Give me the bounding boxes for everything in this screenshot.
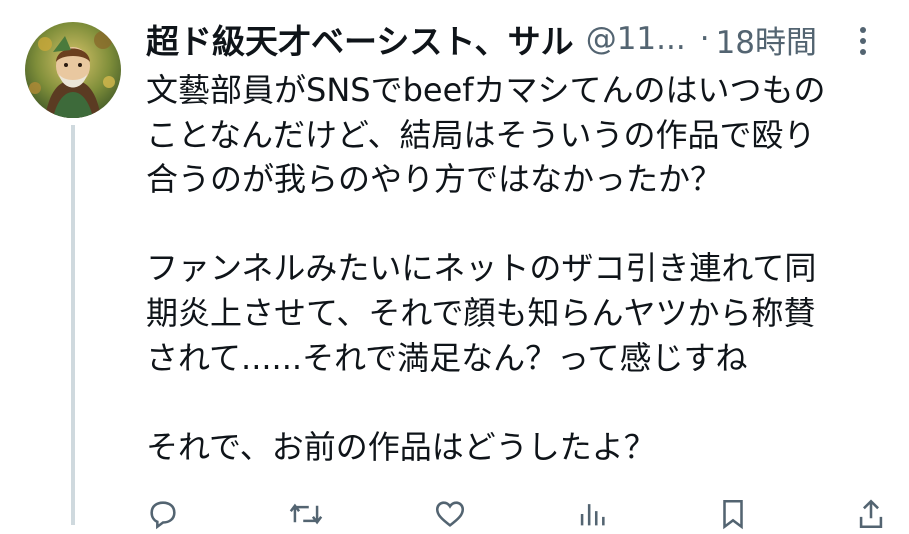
tweet-text-spacer	[146, 380, 891, 425]
separator-dot: ·	[699, 21, 710, 57]
bookmark-icon	[722, 499, 743, 530]
tweet-text-line: ことなんだけど、結局はそういうの作品で殴り	[146, 115, 816, 154]
views-icon	[580, 504, 605, 526]
display-name[interactable]: 超ド級天才ベーシスト、サル	[146, 15, 574, 63]
avatar[interactable]	[25, 22, 121, 118]
views-button[interactable]	[575, 497, 609, 531]
tweet-text-line: 期炎上させて、それで顔も知らんヤツから称賛	[146, 293, 816, 332]
user-handle[interactable]: @11...	[586, 21, 686, 57]
share-icon	[859, 499, 883, 529]
retweet-icon	[290, 503, 323, 525]
tweet-text-spacer	[146, 202, 891, 247]
tweet-text-line: ファンネルみたいにネットのザコ引き連れて同	[146, 249, 817, 288]
timestamp[interactable]: 18時間	[716, 17, 817, 62]
tweet-text-line: それで、お前の作品はどうしたよ？	[146, 427, 656, 466]
tweet-text: 文藝部員がSNSでbeefカマシてんのはいつもの ことなんだけど、結局はそういう…	[146, 68, 891, 469]
avatar-image	[25, 22, 121, 118]
reply-button[interactable]	[146, 497, 180, 531]
tweet-text-line: 合うのが我らのやり方ではなかったか？	[146, 160, 723, 199]
thread-line	[71, 125, 75, 525]
tweet[interactable]: 超ド級天才ベーシスト、サル @11... · 18時間 文藝部員がSNSでbee…	[0, 0, 909, 530]
like-button[interactable]	[433, 497, 467, 531]
reply-icon	[150, 501, 176, 530]
share-button[interactable]	[856, 497, 886, 531]
retweet-button[interactable]	[288, 497, 324, 531]
more-dots-icon	[860, 27, 866, 55]
tweet-text-line: されて......それで満足なん？って感じすね	[146, 338, 748, 377]
bookmark-button[interactable]	[718, 497, 748, 531]
tweet-header: 超ド級天才ベーシスト、サル @11... · 18時間	[146, 14, 896, 64]
action-bar	[146, 494, 886, 534]
like-icon	[435, 501, 464, 527]
more-options-button[interactable]	[848, 20, 878, 62]
tweet-text-line: 文藝部員がSNSでbeefカマシてんのはいつもの	[146, 71, 826, 109]
